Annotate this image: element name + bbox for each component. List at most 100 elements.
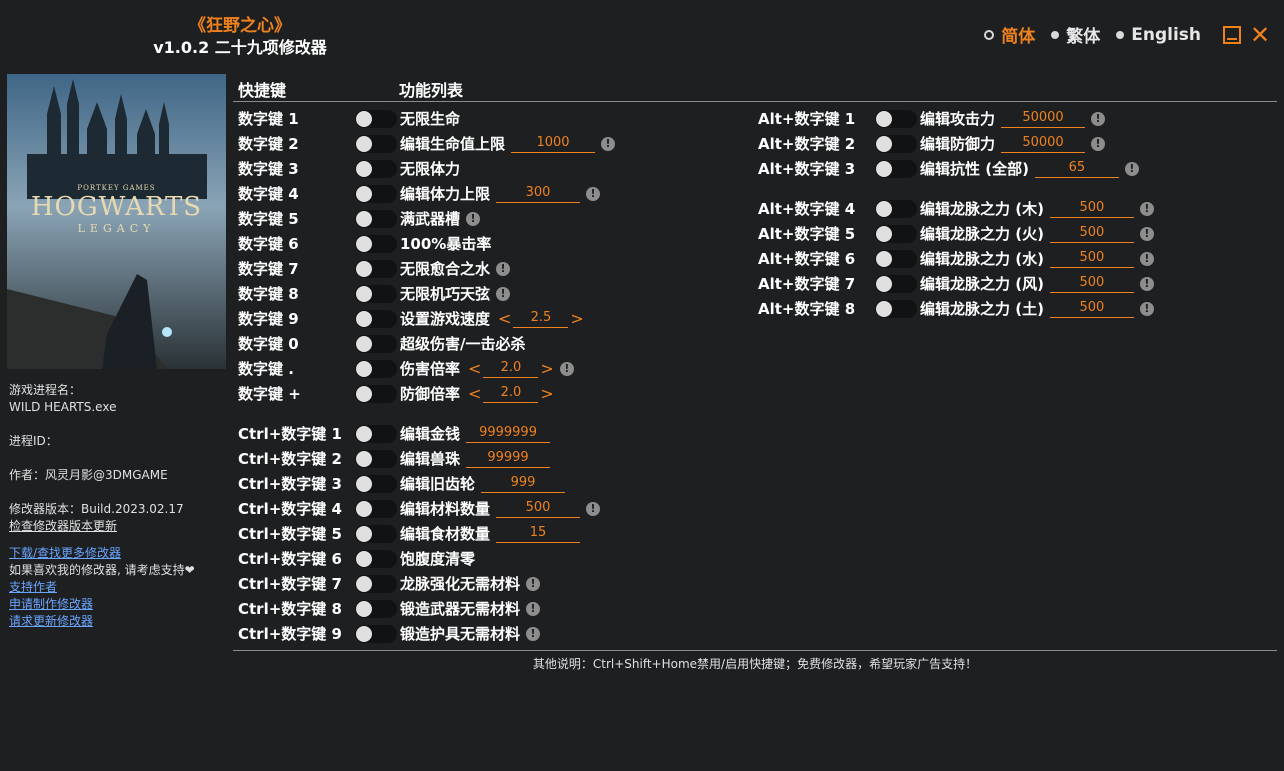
close-button[interactable]: ✕ — [1250, 23, 1270, 47]
cheat-toggle[interactable] — [355, 159, 397, 178]
info-icon[interactable]: ! — [1139, 276, 1154, 291]
info-icon[interactable]: ! — [1091, 136, 1106, 151]
cheat-toggle[interactable] — [875, 109, 917, 128]
info-icon[interactable]: ! — [586, 186, 601, 201]
decrease-arrow-icon[interactable]: < — [468, 384, 481, 403]
cheat-toggle[interactable] — [355, 184, 397, 203]
value-input[interactable]: 300 — [496, 184, 581, 203]
toggle-knob — [876, 275, 892, 292]
hotkey-label: 数字键 3 — [238, 160, 299, 178]
increase-arrow-icon[interactable]: > — [570, 309, 583, 328]
value-input[interactable]: 500 — [496, 499, 581, 518]
radio-icon — [1116, 30, 1125, 39]
info-icon[interactable]: ! — [1139, 251, 1154, 266]
request-update-link[interactable]: 请求更新修改器 — [9, 613, 224, 630]
cheat-toggle[interactable] — [875, 299, 917, 318]
cheat-toggle[interactable] — [355, 334, 397, 353]
value-input[interactable]: 99999 — [466, 449, 551, 468]
cheat-toggle[interactable] — [355, 259, 397, 278]
info-icon[interactable]: ! — [1139, 201, 1154, 216]
value-input[interactable]: 999 — [481, 474, 566, 493]
cheat-toggle[interactable] — [875, 134, 917, 153]
cheat-toggle[interactable] — [355, 284, 397, 303]
lang-traditional[interactable]: 繁体 — [1051, 22, 1100, 47]
value-input[interactable]: 500 — [1049, 224, 1134, 243]
info-icon[interactable]: ! — [526, 576, 541, 591]
value-input[interactable]: 9999999 — [466, 424, 551, 443]
cheat-name: 编辑龙脉之力 (火) — [920, 225, 1044, 243]
value-input[interactable]: 1000 — [511, 134, 596, 153]
cheat-toggle[interactable] — [355, 134, 397, 153]
check-update-link[interactable]: 检查修改器版本更新 — [9, 518, 224, 535]
cheat-toggle[interactable] — [875, 274, 917, 293]
decrease-arrow-icon[interactable]: < — [468, 359, 481, 378]
cheat-name: 无限愈合之水 — [400, 260, 491, 278]
value-input[interactable]: 500 — [1049, 249, 1134, 268]
cheat-toggle[interactable] — [355, 234, 397, 253]
cheat-toggle[interactable] — [355, 309, 397, 328]
cheat-name: 伤害倍率 — [400, 360, 461, 378]
toggle-knob — [356, 575, 372, 592]
cheat-toggle[interactable] — [355, 424, 397, 443]
cheat-toggle[interactable] — [875, 249, 917, 268]
lang-english[interactable]: English — [1116, 25, 1201, 45]
cheat-toggle[interactable] — [355, 209, 397, 228]
cheat-row: 数字键 9 设置游戏速度 <2.5 > — [238, 306, 584, 331]
value-input[interactable]: 500 — [1049, 274, 1134, 293]
minimize-button[interactable] — [1223, 25, 1241, 44]
info-icon[interactable]: ! — [601, 136, 616, 151]
cheat-toggle[interactable] — [355, 499, 397, 518]
info-icon[interactable]: ! — [586, 501, 601, 516]
value-input[interactable]: 15 — [496, 524, 581, 543]
hotkey-label: 数字键 8 — [238, 285, 299, 303]
cheat-toggle[interactable] — [355, 524, 397, 543]
cheat-toggle[interactable] — [875, 224, 917, 243]
stepper-value[interactable]: 2.5 — [513, 309, 569, 328]
info-icon[interactable]: ! — [1124, 161, 1139, 176]
info-icon[interactable]: ! — [559, 361, 574, 376]
info-icon[interactable]: ! — [1091, 111, 1106, 126]
info-icon[interactable]: ! — [496, 261, 511, 276]
lang-simplified[interactable]: 简体 — [984, 22, 1035, 47]
version-text: 修改器版本：Build.2023.02.17 — [9, 502, 184, 516]
hotkey-label: 数字键 4 — [238, 185, 299, 203]
radio-selected-icon — [984, 29, 995, 40]
info-icon[interactable]: ! — [526, 626, 541, 641]
download-link[interactable]: 下载/查找更多修改器 — [9, 545, 224, 562]
cheat-toggle[interactable] — [355, 449, 397, 468]
increase-arrow-icon[interactable]: > — [540, 359, 553, 378]
value-input[interactable]: 50000 — [1001, 134, 1086, 153]
radio-icon — [1051, 30, 1060, 39]
info-icon[interactable]: ! — [1139, 301, 1154, 316]
toggle-knob — [356, 110, 372, 127]
info-icon[interactable]: ! — [466, 211, 481, 226]
value-input[interactable]: 50000 — [1001, 109, 1086, 128]
value-input[interactable]: 500 — [1049, 299, 1134, 318]
request-trainer-link[interactable]: 申请制作修改器 — [9, 596, 224, 613]
info-icon[interactable]: ! — [1139, 226, 1154, 241]
cheat-toggle[interactable] — [355, 474, 397, 493]
cheat-toggle[interactable] — [355, 599, 397, 618]
support-text: 如果喜欢我的修改器, 请考虑支持❤ — [9, 563, 195, 577]
cheat-toggle[interactable] — [875, 199, 917, 218]
value-input[interactable]: 500 — [1049, 199, 1134, 218]
cover-logo: PORTKEY GAMES HOGWARTS LEGACY — [30, 184, 203, 235]
cheat-toggle[interactable] — [355, 549, 397, 568]
increase-arrow-icon[interactable]: > — [540, 384, 553, 403]
cheat-toggle[interactable] — [355, 624, 397, 643]
toggle-knob — [356, 335, 372, 352]
cheat-toggle[interactable] — [875, 159, 917, 178]
info-icon[interactable]: ! — [526, 601, 541, 616]
info-icon[interactable]: ! — [496, 286, 511, 301]
cheat-name: 编辑旧齿轮 — [400, 475, 476, 493]
stepper-value[interactable]: 2.0 — [483, 384, 539, 403]
cheat-toggle[interactable] — [355, 359, 397, 378]
cheat-row: Ctrl+数字键 7 龙脉强化无需材料! — [238, 571, 541, 596]
cheat-toggle[interactable] — [355, 109, 397, 128]
support-author-link[interactable]: 支持作者 — [9, 579, 224, 596]
stepper-value[interactable]: 2.0 — [483, 359, 539, 378]
value-input[interactable]: 65 — [1034, 159, 1119, 178]
cheat-toggle[interactable] — [355, 574, 397, 593]
decrease-arrow-icon[interactable]: < — [498, 309, 511, 328]
cheat-toggle[interactable] — [355, 384, 397, 403]
